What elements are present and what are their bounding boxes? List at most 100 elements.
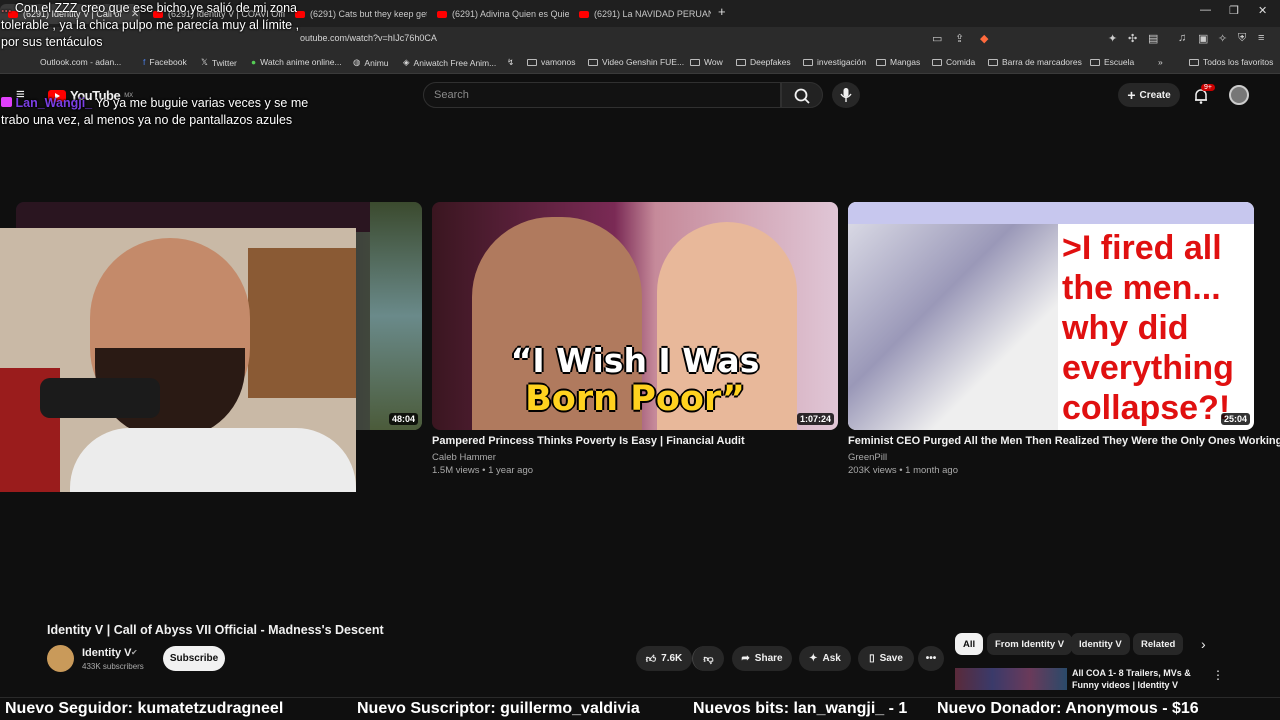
bookmark-comida[interactable]: Comida bbox=[932, 57, 975, 67]
close-window-icon[interactable]: ✕ bbox=[1258, 4, 1267, 17]
verified-icon: ✔ bbox=[131, 648, 138, 657]
puzzle-icon[interactable]: ✣ bbox=[1128, 32, 1137, 45]
bookmark-mangas[interactable]: Mangas bbox=[876, 57, 920, 67]
search-button[interactable] bbox=[781, 82, 823, 108]
related-more-icon[interactable]: ⋮ bbox=[1212, 668, 1224, 682]
bookmark-vamonos[interactable]: vamonos bbox=[527, 57, 576, 67]
maximize-icon[interactable]: ❐ bbox=[1229, 4, 1239, 17]
save-label: Save bbox=[879, 653, 903, 664]
thumbnail-scene bbox=[370, 202, 422, 430]
search-icon bbox=[794, 88, 810, 104]
chat-username: ... bbox=[1, 1, 12, 15]
player-video-title: Identity V | Call of Abyss VII Official … bbox=[47, 623, 384, 637]
bookmark-label: Deepfakes bbox=[750, 57, 791, 67]
related-thumbnail[interactable] bbox=[955, 668, 1067, 690]
chip-related[interactable]: Related bbox=[1133, 633, 1184, 655]
bookmark-label: Video Genshin FUE... bbox=[602, 57, 685, 67]
music-icon[interactable]: ♫ bbox=[1178, 32, 1186, 44]
bookmark-label: Twitter bbox=[211, 57, 237, 68]
chip-from-identity-v[interactable]: From Identity V bbox=[987, 633, 1073, 655]
search-input[interactable]: Search bbox=[423, 82, 781, 108]
bookmark-extra[interactable]: ↯ bbox=[507, 57, 514, 68]
ticker-bits: Nuevos bits: lan_wangji_ - 1 bbox=[693, 700, 908, 717]
video-thumbnail-2[interactable]: “I Wish I Was Born Poor” 1:07:24 bbox=[432, 202, 838, 430]
bookmark-barra[interactable]: Barra de marcadores bbox=[988, 57, 1082, 67]
bookmark-deepfakes[interactable]: Deepfakes bbox=[736, 57, 791, 67]
bookmark-animu[interactable]: ◍ Animu bbox=[353, 57, 389, 68]
minimize-icon[interactable]: — bbox=[1200, 4, 1211, 16]
ask-label: Ask bbox=[822, 653, 841, 664]
dislike-button[interactable]: 👎︎ bbox=[692, 646, 724, 671]
cast-icon[interactable]: ▭ bbox=[932, 32, 942, 45]
bookmark-label: Barra de marcadores bbox=[1002, 57, 1082, 67]
video-thumbnail-3[interactable]: >I fired all the men... why did everythi… bbox=[848, 202, 1254, 430]
chip-identity-v[interactable]: Identity V bbox=[1071, 633, 1130, 655]
tab-adivina[interactable]: (6291) Adivina Quien es Quien bbox=[429, 4, 569, 24]
new-tab-icon[interactable]: + bbox=[718, 4, 726, 19]
url-field[interactable]: outube.com/watch?v=hIJc76h0CA bbox=[300, 33, 437, 43]
bookmark-label: Outlook.com - adan... bbox=[40, 57, 122, 67]
extension-icon[interactable]: ✦ bbox=[1108, 32, 1117, 45]
chips-next-icon[interactable]: › bbox=[1201, 636, 1206, 652]
bookmark-wow[interactable]: Wow bbox=[690, 57, 723, 67]
ai-icon[interactable]: ✧ bbox=[1218, 32, 1227, 45]
youtube-favicon-icon bbox=[437, 10, 447, 18]
subscribe-button[interactable]: Subscribe bbox=[163, 646, 225, 671]
video-duration: 25:04 bbox=[1220, 413, 1250, 425]
chip-all[interactable]: All bbox=[955, 633, 984, 655]
tab-cats[interactable]: (6291) Cats but they keep gett bbox=[287, 4, 427, 24]
account-avatar[interactable] bbox=[1229, 85, 1249, 105]
menu-icon[interactable]: ≡ bbox=[1258, 32, 1264, 44]
video-channel[interactable]: Caleb Hammer bbox=[432, 452, 496, 463]
share-button[interactable]: ➦ Share bbox=[732, 646, 792, 671]
video-channel[interactable]: GreenPill bbox=[848, 452, 887, 463]
share-page-icon[interactable]: ⇪ bbox=[955, 32, 964, 45]
voice-search-button[interactable] bbox=[832, 82, 860, 108]
bookmark-aniwatch[interactable]: ◈ Aniwatch Free Anim... bbox=[403, 57, 496, 68]
video-duration: 48:04 bbox=[388, 413, 418, 425]
video-title[interactable]: Pampered Princess Thinks Poverty Is Easy… bbox=[432, 435, 745, 447]
create-button[interactable]: + Create bbox=[1118, 83, 1180, 107]
sidebar-icon[interactable]: ▤ bbox=[1148, 32, 1158, 45]
vpn-icon[interactable]: ⛨ bbox=[1238, 32, 1246, 45]
bookmark-twitter[interactable]: 𝕏 Twitter bbox=[201, 57, 237, 68]
folder-icon bbox=[588, 58, 598, 66]
microphone-icon bbox=[840, 88, 852, 102]
more-actions-button[interactable]: ••• bbox=[918, 646, 944, 671]
thumbnail-header-strip bbox=[848, 202, 1254, 224]
bookmark-investigacion[interactable]: investigación bbox=[803, 57, 866, 67]
bookmark-escuela[interactable]: Escuela bbox=[1090, 57, 1134, 67]
site-icon: ↯ bbox=[507, 57, 515, 67]
bookmark-all[interactable]: Todos los favoritos bbox=[1189, 57, 1273, 67]
bookmark-label: Escuela bbox=[1104, 57, 1135, 67]
related-video-title[interactable]: All COA 1- 8 Trailers, MVs & Funny video… bbox=[1072, 667, 1202, 691]
bookmark-watch-anime[interactable]: ● Watch anime online... bbox=[251, 57, 342, 67]
channel-avatar[interactable] bbox=[47, 645, 74, 672]
save-button[interactable]: ▯ Save bbox=[858, 646, 914, 671]
like-button[interactable]: 👍︎ 7.6K bbox=[636, 646, 692, 671]
brave-shield-icon[interactable]: ◆ bbox=[980, 32, 988, 45]
video-title[interactable]: Feminist CEO Purged All the Men Then Rea… bbox=[848, 435, 1280, 447]
channel-name[interactable]: Identity V bbox=[82, 647, 132, 659]
folder-icon bbox=[1189, 58, 1199, 66]
thumbs-up-icon: 👍︎ bbox=[645, 653, 657, 665]
wallet-icon[interactable]: ▣ bbox=[1198, 32, 1208, 45]
create-label: Create bbox=[1139, 89, 1171, 101]
share-icon: ➦ bbox=[741, 653, 750, 664]
ticker-follower: Nuevo Seguidor: kumatetzudragneel bbox=[5, 700, 284, 717]
tab-navidad[interactable]: (6291) La NAVIDAD PERUANA bbox=[571, 4, 711, 24]
more-horizontal-icon: ••• bbox=[925, 653, 937, 664]
globe-icon: ◍ bbox=[353, 57, 361, 67]
bookmark-genshin[interactable]: Video Genshin FUE... bbox=[588, 57, 684, 67]
bookmark-label: Comida bbox=[946, 57, 976, 67]
chat-text: Con el ZZZ creo que ese bicho ye salió d… bbox=[1, 1, 300, 49]
video-meta: 203K views • 1 month ago bbox=[848, 465, 959, 476]
ask-button[interactable]: ✦ Ask bbox=[799, 646, 851, 671]
folder-icon bbox=[690, 58, 700, 66]
site-icon: ● bbox=[251, 57, 257, 67]
tab-label: (6291) Adivina Quien es Quien bbox=[452, 9, 569, 19]
webcam-cabinet bbox=[248, 248, 356, 398]
bookmark-facebook[interactable]: f Facebook bbox=[143, 57, 187, 67]
bookmarks-overflow-icon[interactable]: » bbox=[1158, 57, 1163, 67]
bookmark-outlook[interactable]: Outlook.com - adan... bbox=[40, 57, 121, 67]
